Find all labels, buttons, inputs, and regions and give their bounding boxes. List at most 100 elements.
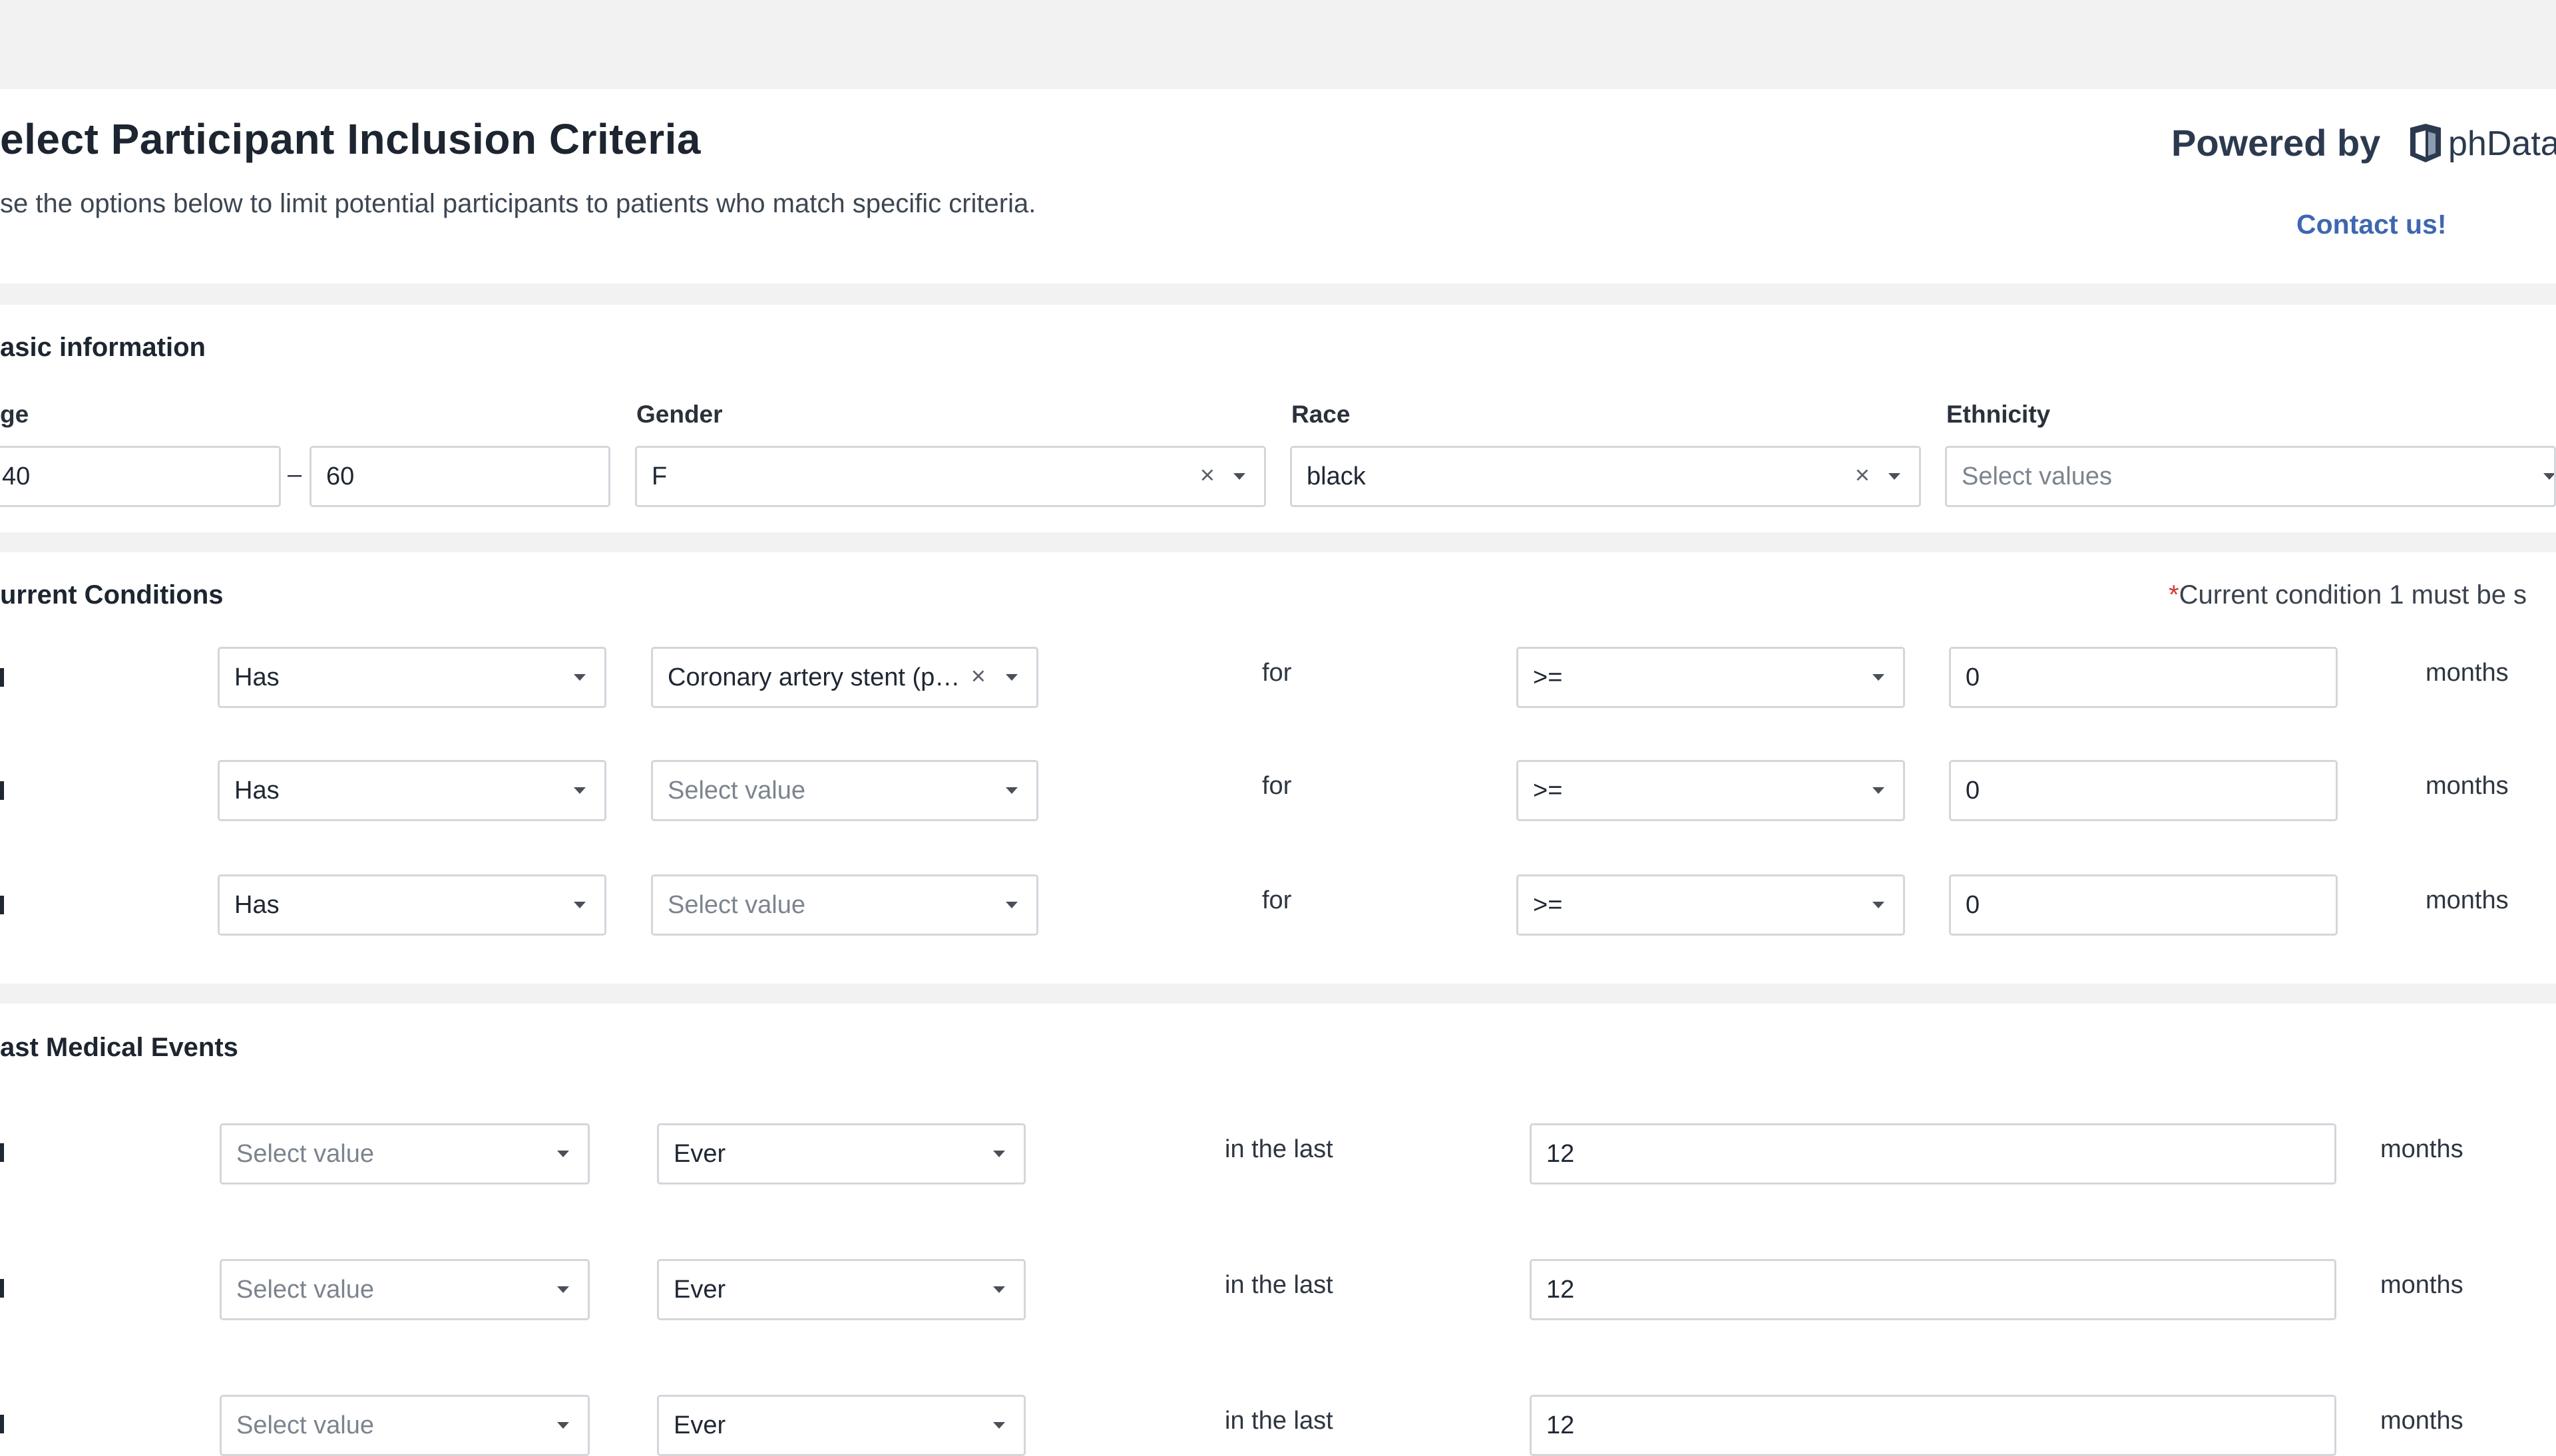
chevron-down-icon[interactable]: [557, 1286, 569, 1293]
age-label: ge: [0, 401, 29, 428]
gender-value: F: [652, 462, 668, 490]
event-1-frequency-select[interactable]: Ever: [657, 1123, 1026, 1184]
chevron-down-icon[interactable]: [993, 1422, 1005, 1429]
age-max-input[interactable]: 60: [310, 446, 610, 507]
chevron-down-icon[interactable]: [557, 1151, 569, 1157]
chevron-down-icon[interactable]: [574, 902, 586, 908]
past-medical-events-title: ast Medical Events: [0, 1033, 238, 1062]
race-label: Race: [1291, 401, 1351, 428]
condition-1-amount-input[interactable]: 0: [1949, 647, 2338, 708]
section-divider: [0, 532, 2556, 552]
ethnicity-select[interactable]: Select values: [1945, 446, 2556, 507]
gender-label: Gender: [636, 401, 723, 428]
ethnicity-label: Ethnicity: [1946, 401, 2051, 428]
condition-3-amount-value: 0: [1966, 890, 1980, 919]
chevron-down-icon[interactable]: [574, 787, 586, 794]
condition-1-qualifier-select[interactable]: Has: [218, 647, 606, 708]
chevron-down-icon[interactable]: [1006, 902, 1018, 908]
for-label: for: [1262, 659, 1292, 687]
gender-clear-icon[interactable]: ×: [1200, 462, 1215, 490]
condition-3-select[interactable]: Select value: [651, 874, 1038, 936]
section-divider: [0, 283, 2556, 305]
chevron-down-icon[interactable]: [1233, 473, 1245, 480]
gender-select[interactable]: F ×: [635, 446, 1266, 507]
row-indicator: [0, 1279, 4, 1298]
chevron-down-icon[interactable]: [1872, 787, 1884, 794]
event-1-amount-value: 12: [1546, 1139, 1575, 1168]
brand-name: phData: [2448, 124, 2556, 163]
for-label: for: [1262, 772, 1292, 800]
current-condition-note: *Current condition 1 must be s: [2169, 580, 2527, 610]
in-the-last-label: in the last: [1225, 1271, 1333, 1299]
condition-2-operator-value: >=: [1533, 776, 1563, 805]
event-3-frequency-select[interactable]: Ever: [657, 1395, 1026, 1456]
event-1-amount-input[interactable]: 12: [1530, 1123, 2336, 1184]
condition-3-placeholder: Select value: [668, 890, 806, 919]
powered-by-label: Powered by: [2171, 122, 2381, 164]
months-label: months: [2426, 886, 2509, 914]
event-3-amount-input[interactable]: 12: [1530, 1395, 2336, 1456]
chevron-down-icon[interactable]: [993, 1286, 1005, 1293]
phdata-logo-icon: [2410, 124, 2441, 162]
for-label: for: [1262, 886, 1292, 914]
condition-3-qualifier-value: Has: [234, 890, 280, 919]
row-indicator: [0, 1415, 4, 1433]
page-subtitle: se the options below to limit potential …: [0, 189, 1036, 218]
event-3-placeholder: Select value: [236, 1411, 375, 1439]
condition-1-qualifier-value: Has: [234, 663, 280, 691]
chevron-down-icon[interactable]: [1006, 674, 1018, 681]
current-condition-note-text: Current condition 1 must be s: [2179, 580, 2527, 610]
event-1-select[interactable]: Select value: [220, 1123, 590, 1184]
chevron-down-icon[interactable]: [557, 1422, 569, 1429]
race-value: black: [1307, 462, 1366, 490]
condition-3-amount-input[interactable]: 0: [1949, 874, 2338, 936]
condition-3-qualifier-select[interactable]: Has: [218, 874, 606, 936]
race-select[interactable]: black ×: [1290, 446, 1921, 507]
chevron-down-icon[interactable]: [1872, 902, 1884, 908]
in-the-last-label: in the last: [1225, 1135, 1333, 1163]
event-3-select[interactable]: Select value: [220, 1395, 590, 1456]
age-min-input[interactable]: 40: [0, 446, 281, 507]
months-label: months: [2426, 659, 2509, 687]
condition-1-value: Coronary artery stent (p…: [668, 663, 960, 691]
condition-2-qualifier-select[interactable]: Has: [218, 760, 606, 821]
event-2-amount-value: 12: [1546, 1275, 1575, 1304]
event-2-select[interactable]: Select value: [220, 1259, 590, 1320]
condition-3-operator-value: >=: [1533, 890, 1563, 919]
row-indicator: [0, 1143, 4, 1162]
contact-link[interactable]: Contact us!: [2296, 209, 2447, 240]
condition-3-operator-select[interactable]: >=: [1516, 874, 1905, 936]
condition-2-qualifier-value: Has: [234, 776, 280, 805]
months-label: months: [2380, 1135, 2463, 1163]
condition-2-operator-select[interactable]: >=: [1516, 760, 1905, 821]
chevron-down-icon[interactable]: [1872, 674, 1884, 681]
condition-2-select[interactable]: Select value: [651, 760, 1038, 821]
age-min-value: 40: [2, 462, 31, 490]
chevron-down-icon[interactable]: [1888, 473, 1900, 480]
race-clear-icon[interactable]: ×: [1855, 462, 1870, 490]
condition-1-select[interactable]: Coronary artery stent (p… ×: [651, 647, 1038, 708]
chevron-down-icon[interactable]: [2543, 473, 2554, 480]
condition-1-operator-select[interactable]: >=: [1516, 647, 1905, 708]
condition-2-amount-input[interactable]: 0: [1949, 760, 2338, 821]
chevron-down-icon[interactable]: [993, 1151, 1005, 1157]
ethnicity-placeholder: Select values: [1962, 462, 2113, 490]
months-label: months: [2380, 1271, 2463, 1299]
event-2-amount-input[interactable]: 12: [1530, 1259, 2336, 1320]
condition-1-operator-value: >=: [1533, 663, 1563, 691]
page-title: elect Participant Inclusion Criteria: [0, 115, 701, 163]
age-max-value: 60: [326, 462, 355, 490]
condition-1-clear-icon[interactable]: ×: [971, 663, 986, 691]
required-star: *: [2169, 580, 2179, 610]
row-indicator: [0, 896, 4, 914]
event-1-placeholder: Select value: [236, 1139, 375, 1168]
basic-info-title: asic information: [0, 333, 206, 362]
chevron-down-icon[interactable]: [574, 674, 586, 681]
event-2-frequency-select[interactable]: Ever: [657, 1259, 1026, 1320]
top-bar: [0, 0, 2556, 89]
event-2-placeholder: Select value: [236, 1275, 375, 1304]
event-3-amount-value: 12: [1546, 1411, 1575, 1439]
chevron-down-icon[interactable]: [1006, 787, 1018, 794]
months-label: months: [2426, 772, 2509, 800]
section-divider: [0, 984, 2556, 1003]
